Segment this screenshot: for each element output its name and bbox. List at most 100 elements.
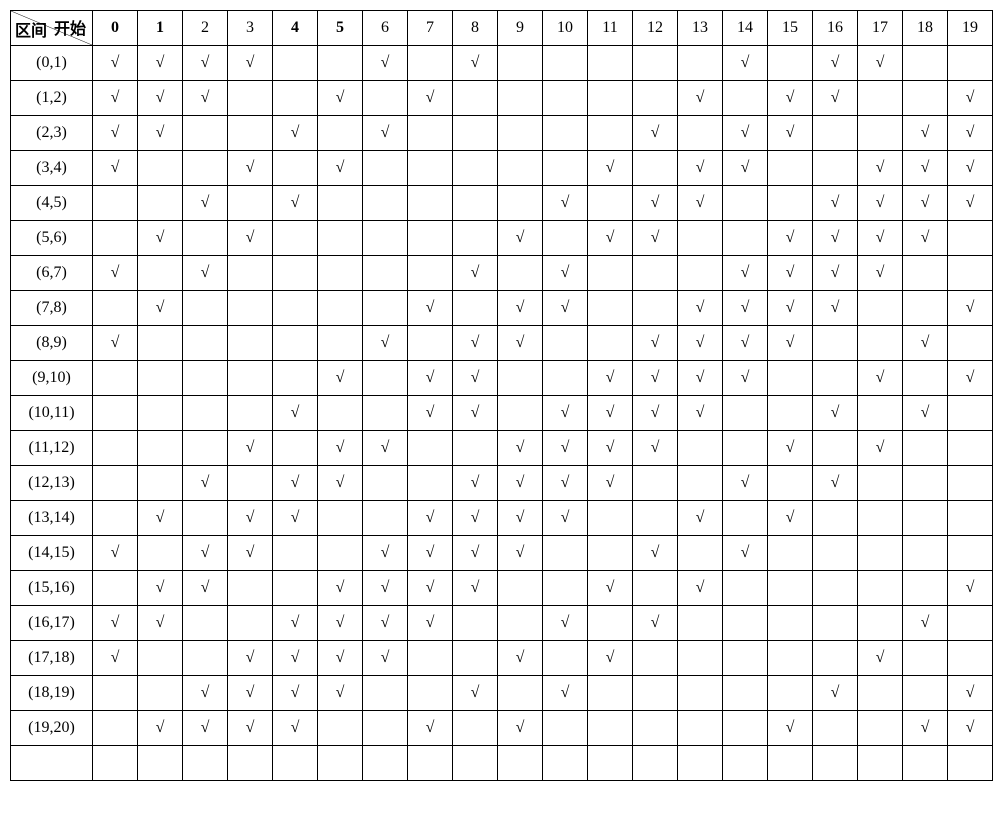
cell: √ (273, 466, 318, 501)
cell: √ (633, 221, 678, 256)
cell: √ (903, 116, 948, 151)
cell (363, 256, 408, 291)
cell (228, 466, 273, 501)
cell: √ (948, 676, 993, 711)
cell (363, 466, 408, 501)
cell: √ (678, 501, 723, 536)
cell (183, 291, 228, 326)
cell (903, 536, 948, 571)
cell (948, 606, 993, 641)
cell: √ (543, 606, 588, 641)
cell: √ (138, 711, 183, 746)
cell: √ (408, 81, 453, 116)
cell: √ (138, 116, 183, 151)
data-table: 开始区间012345678910111213141516171819 (0,1)… (10, 10, 993, 781)
cell: √ (588, 151, 633, 186)
cell (318, 116, 363, 151)
column-header: 5 (318, 11, 363, 46)
cell (273, 81, 318, 116)
table-row: (10,11)√√√√√√√√√ (11, 396, 993, 431)
cell (93, 186, 138, 221)
cell: √ (813, 676, 858, 711)
cell: √ (633, 186, 678, 221)
cell: √ (858, 151, 903, 186)
cell (228, 116, 273, 151)
cell: √ (903, 326, 948, 361)
cell (93, 466, 138, 501)
row-label: (2,3) (11, 116, 93, 151)
cell: √ (273, 396, 318, 431)
cell: √ (768, 256, 813, 291)
diag-bottom-label: 区间 (15, 17, 47, 41)
table-row: (7,8)√√√√√√√√√ (11, 291, 993, 326)
cell: √ (93, 151, 138, 186)
cell (813, 536, 858, 571)
cell (138, 676, 183, 711)
diag-top-label: 开始 (54, 15, 86, 39)
cell (678, 606, 723, 641)
cell (858, 711, 903, 746)
cell: √ (768, 291, 813, 326)
cell (93, 221, 138, 256)
cell (903, 466, 948, 501)
table-row: (18,19)√√√√√√√√ (11, 676, 993, 711)
cell: √ (633, 396, 678, 431)
cell: √ (363, 116, 408, 151)
cell (498, 46, 543, 81)
cell: √ (318, 431, 363, 466)
cell: √ (363, 431, 408, 466)
cell (633, 711, 678, 746)
cell: √ (948, 81, 993, 116)
cell (948, 256, 993, 291)
cell (138, 536, 183, 571)
cell (138, 746, 183, 781)
cell: √ (813, 221, 858, 256)
cell (138, 641, 183, 676)
cell (318, 256, 363, 291)
cell (318, 536, 363, 571)
cell: √ (363, 641, 408, 676)
cell: √ (498, 641, 543, 676)
cell (543, 81, 588, 116)
cell (93, 676, 138, 711)
cell (813, 151, 858, 186)
table-row: (19,20)√√√√√√√√√ (11, 711, 993, 746)
cell (768, 746, 813, 781)
cell (498, 676, 543, 711)
cell: √ (408, 571, 453, 606)
cell: √ (183, 46, 228, 81)
cell: √ (138, 291, 183, 326)
cell: √ (633, 116, 678, 151)
cell (498, 571, 543, 606)
cell (903, 291, 948, 326)
cell: √ (408, 606, 453, 641)
cell (183, 151, 228, 186)
column-header: 9 (498, 11, 543, 46)
cell (273, 151, 318, 186)
cell (858, 606, 903, 641)
cell: √ (318, 571, 363, 606)
column-header: 2 (183, 11, 228, 46)
cell: √ (228, 431, 273, 466)
cell (543, 116, 588, 151)
cell: √ (903, 221, 948, 256)
cell (948, 431, 993, 466)
cell: √ (453, 501, 498, 536)
table-body: (0,1)√√√√√√√√√(1,2)√√√√√√√√√(2,3)√√√√√√√… (11, 46, 993, 781)
cell (453, 81, 498, 116)
column-header: 6 (363, 11, 408, 46)
cell: √ (93, 326, 138, 361)
row-label: (18,19) (11, 676, 93, 711)
cell: √ (723, 46, 768, 81)
cell (633, 46, 678, 81)
cell (408, 466, 453, 501)
cell: √ (768, 501, 813, 536)
cell (678, 116, 723, 151)
cell (768, 641, 813, 676)
cell: √ (93, 81, 138, 116)
cell (903, 81, 948, 116)
table-row: (2,3)√√√√√√√√√ (11, 116, 993, 151)
cell: √ (138, 571, 183, 606)
cell: √ (273, 641, 318, 676)
cell (903, 256, 948, 291)
